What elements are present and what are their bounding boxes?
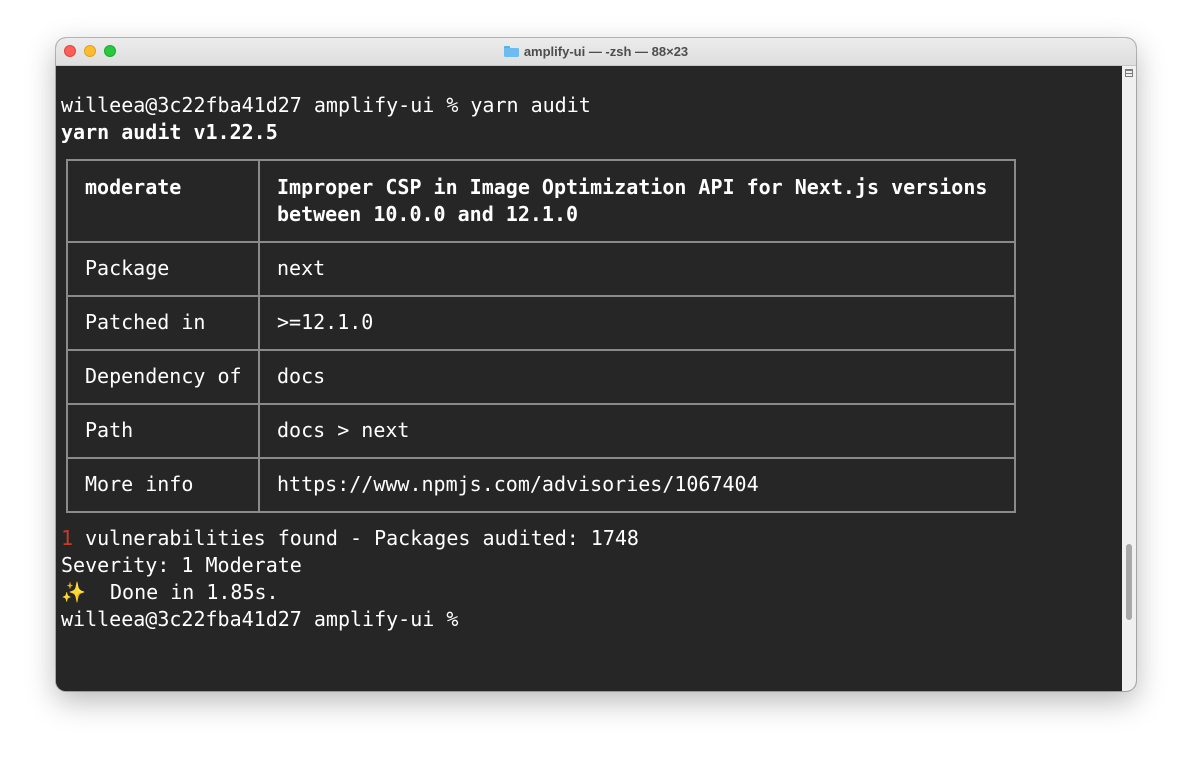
row-value-path: docs > next [277, 418, 410, 442]
row-value-package: next [277, 256, 326, 280]
table-column-divider [258, 159, 260, 513]
severity-label: moderate [85, 175, 182, 199]
row-label-patched-in: Patched in [85, 310, 206, 334]
table-divider [66, 241, 1016, 243]
table-border-right [1014, 159, 1016, 513]
row-label-path: Path [85, 418, 134, 442]
title-bar[interactable]: amplify-ui — -zsh — 88×23 [56, 38, 1136, 66]
done-line: ✨ Done in 1.85s. [61, 579, 279, 606]
table-divider [66, 349, 1016, 351]
table-border-top [66, 159, 1016, 161]
summary-line: 1 vulnerabilities found - Packages audit… [61, 525, 639, 552]
summary-text: vulnerabilities found - Packages audited… [73, 526, 639, 550]
advisory-title-line1: Improper CSP in Image Optimization API f… [277, 175, 988, 199]
row-value-more-info-link[interactable]: https://www.npmjs.com/advisories/1067404 [277, 471, 759, 498]
row-value-patched-in: >=12.1.0 [277, 310, 374, 334]
terminal-content[interactable]: willeea@3c22fba41d27 amplify-ui % yarn a… [56, 66, 1122, 691]
scrollbar-thumb[interactable] [1126, 544, 1132, 620]
row-value-dependency-of: docs [277, 364, 326, 388]
table-divider [66, 295, 1016, 297]
table-divider [66, 403, 1016, 405]
table-divider [66, 457, 1016, 459]
row-label-dependency-of: Dependency of [85, 364, 242, 388]
marks-menu-icon[interactable] [1125, 69, 1133, 77]
done-text: Done in 1.85s. [85, 580, 279, 604]
vulnerability-count: 1 [61, 526, 74, 550]
folder-icon [503, 46, 519, 57]
table-border-bottom [66, 511, 1016, 513]
row-label-more-info: More info [85, 472, 194, 496]
advisory-title-line2: between 10.0.0 and 12.1.0 [277, 202, 579, 226]
window-title: amplify-ui — -zsh — 88×23 [56, 38, 1136, 66]
final-prompt: willeea@3c22fba41d27 amplify-ui % [61, 607, 459, 631]
severity-line: Severity: 1 Moderate [61, 553, 302, 577]
yarn-version-line: yarn audit v1.22.5 [61, 120, 278, 144]
row-label-package: Package [85, 256, 170, 280]
window-title-text: amplify-ui — -zsh — 88×23 [523, 44, 689, 59]
sparkles-icon: ✨ [61, 580, 86, 604]
prompt-command-line: willeea@3c22fba41d27 amplify-ui % yarn a… [61, 93, 591, 117]
vertical-scrollbar[interactable] [1122, 66, 1136, 691]
table-border-left [66, 159, 68, 513]
terminal-window: amplify-ui — -zsh — 88×23 willeea@3c22fb… [56, 38, 1136, 691]
